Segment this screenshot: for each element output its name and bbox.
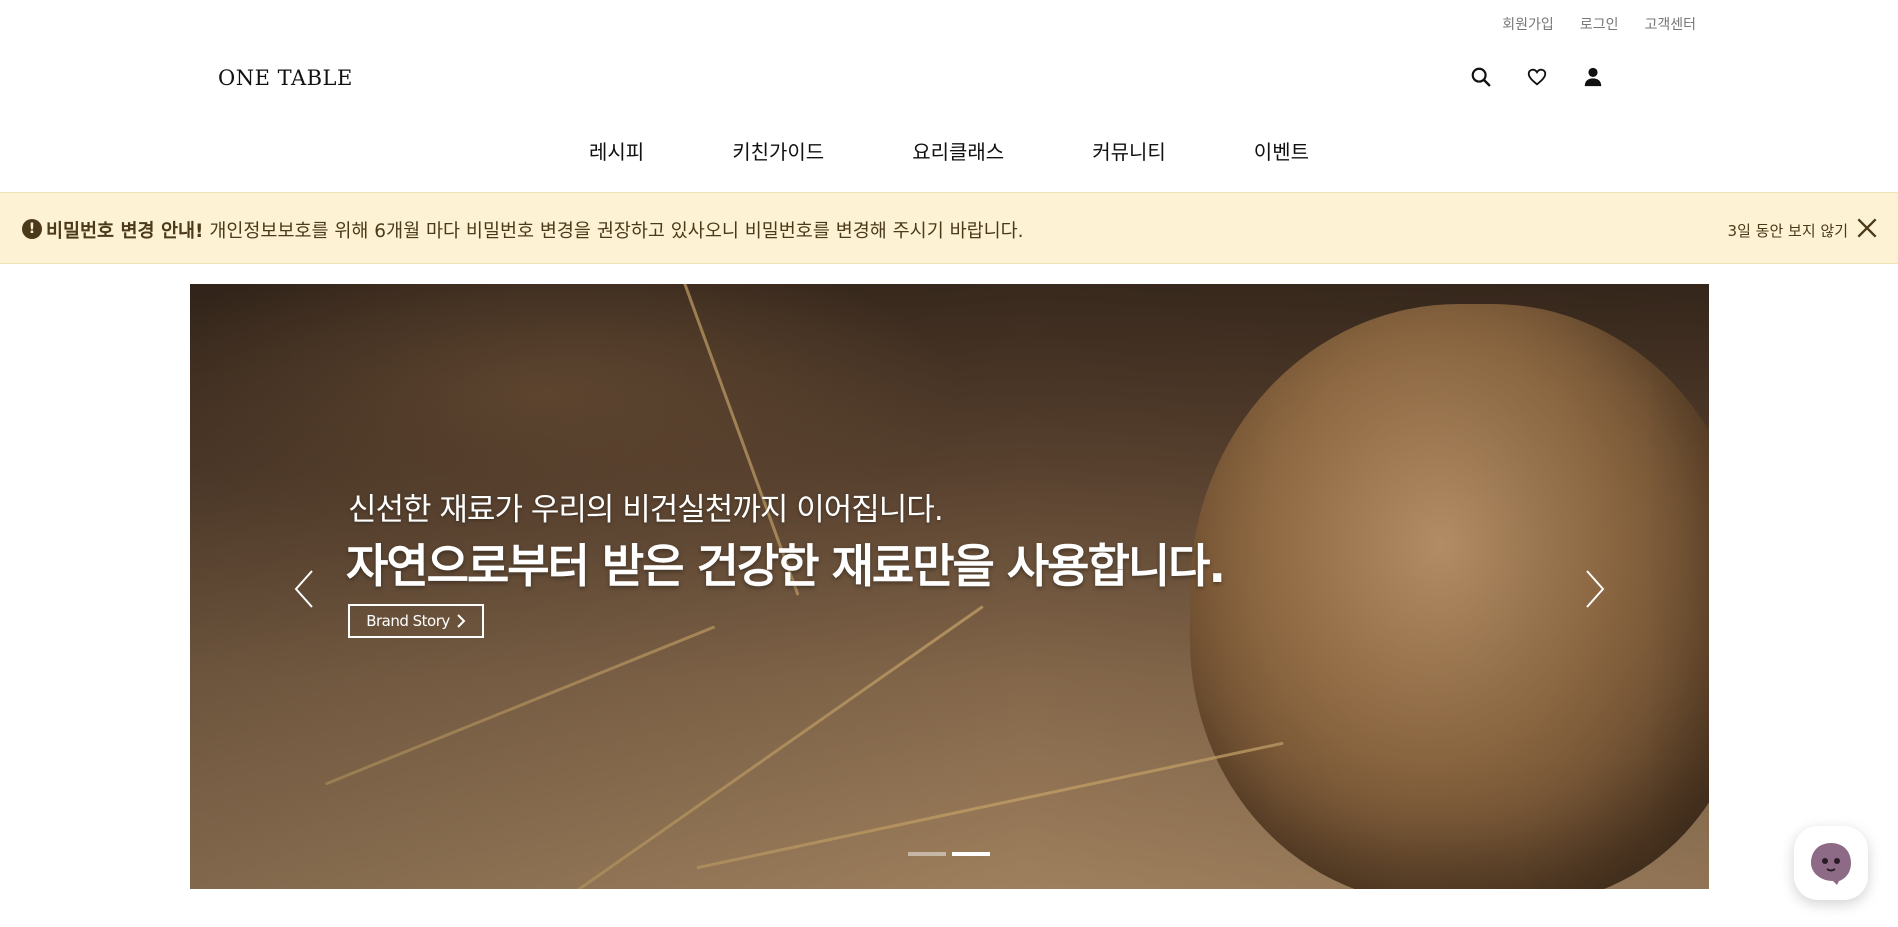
password-notice-banner: ! 비밀번호 변경 안내! 개인정보보호를 위해 6개월 마다 비밀번호 변경을… bbox=[0, 192, 1898, 264]
chevron-right-icon bbox=[457, 614, 466, 628]
brand-story-button[interactable]: Brand Story bbox=[348, 604, 484, 638]
signup-link[interactable]: 회원가입 bbox=[1502, 14, 1554, 34]
notice-message: 비밀번호 변경 안내! 개인정보보호를 위해 6개월 마다 비밀번호 변경을 권… bbox=[46, 217, 1024, 243]
slider-dot-2[interactable] bbox=[952, 852, 990, 856]
brand-story-label: Brand Story bbox=[366, 612, 450, 630]
nav-kitchen-guide[interactable]: 키친가이드 bbox=[688, 136, 868, 165]
user-icon bbox=[1584, 67, 1602, 87]
utility-nav: 회원가입 로그인 고객센터 bbox=[1502, 14, 1696, 34]
notice-title: 비밀번호 변경 안내! bbox=[46, 221, 204, 242]
main-nav: 레시피 키친가이드 요리클래스 커뮤니티 이벤트 bbox=[0, 136, 1898, 165]
mypage-button[interactable] bbox=[1580, 64, 1606, 90]
slider-dot-1[interactable] bbox=[908, 852, 946, 856]
hero-headline: 자연으로부터 받은 건강한 재료만을 사용합니다. bbox=[346, 539, 1226, 593]
heart-icon bbox=[1527, 68, 1547, 86]
hero-slider: 신선한 재료가 우리의 비건실천까지 이어집니다. 자연으로부터 받은 건강한 … bbox=[190, 284, 1709, 889]
site-logo[interactable]: ONE TABLE bbox=[218, 66, 353, 90]
customer-center-link[interactable]: 고객센터 bbox=[1644, 14, 1696, 34]
search-icon bbox=[1471, 67, 1491, 87]
close-icon[interactable] bbox=[1854, 215, 1880, 241]
notice-body: 개인정보보호를 위해 6개월 마다 비밀번호 변경을 권장하고 있사오니 비밀번… bbox=[203, 221, 1024, 242]
login-link[interactable]: 로그인 bbox=[1580, 14, 1619, 34]
dismiss-3days-button[interactable]: 3일 동안 보지 않기 bbox=[1728, 220, 1848, 241]
alert-icon: ! bbox=[22, 219, 42, 239]
nav-cooking-class[interactable]: 요리클래스 bbox=[868, 136, 1048, 165]
nav-recipe[interactable]: 레시피 bbox=[545, 136, 688, 165]
slider-pagination bbox=[908, 852, 990, 856]
slider-prev-button[interactable] bbox=[292, 569, 316, 609]
nav-community[interactable]: 커뮤니티 bbox=[1048, 136, 1210, 165]
chatbot-icon bbox=[1811, 843, 1851, 885]
slider-next-button[interactable] bbox=[1583, 569, 1607, 609]
wishlist-button[interactable] bbox=[1524, 64, 1550, 90]
search-button[interactable] bbox=[1468, 64, 1494, 90]
header-icons bbox=[1468, 64, 1606, 90]
chatbot-button[interactable] bbox=[1794, 826, 1868, 900]
nav-event[interactable]: 이벤트 bbox=[1210, 136, 1353, 165]
hero-subtitle: 신선한 재료가 우리의 비건실천까지 이어집니다. bbox=[348, 492, 944, 528]
